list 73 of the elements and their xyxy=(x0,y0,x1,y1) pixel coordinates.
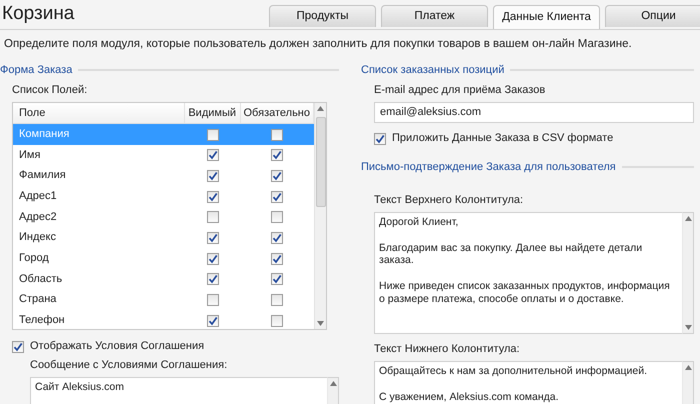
section-heading: Список заказанных позиций xyxy=(361,64,504,77)
table-row[interactable]: Адрес2 xyxy=(13,206,314,228)
field-label: Текст Верхнего Колонтитула: xyxy=(374,194,524,207)
table-cell: Фамилия xyxy=(19,169,66,182)
table-cell: Область xyxy=(19,272,62,286)
table-row[interactable]: Имя xyxy=(13,144,314,166)
tab[interactable]: Платеж xyxy=(381,5,488,27)
checkbox[interactable] xyxy=(271,294,284,306)
field-label: Текст Нижнего Колонтитула: xyxy=(374,342,521,356)
scroll-up-icon[interactable] xyxy=(317,106,324,112)
terms-message-field[interactable]: Сайт Aleksius.com xyxy=(30,376,327,404)
page-title: Корзина xyxy=(1,4,74,26)
checkbox-label: Приложить Данные Заказа в CSV формате xyxy=(392,132,614,146)
table-row[interactable]: Индекс xyxy=(13,228,314,248)
checkbox[interactable] xyxy=(206,252,219,265)
scrollbar[interactable] xyxy=(682,361,694,404)
table-row[interactable]: Фамилия xyxy=(13,166,314,186)
checkbox[interactable] xyxy=(271,170,284,182)
tab[interactable]: Данные Клиента xyxy=(493,5,600,29)
column-header[interactable]: Видимый xyxy=(184,103,240,124)
table-row[interactable]: Область xyxy=(13,268,314,290)
checkbox[interactable] xyxy=(206,170,219,182)
table-cell: Компания xyxy=(19,128,70,142)
table-row[interactable]: Адрес1 xyxy=(13,186,314,207)
footer-text-field[interactable]: Обращайтесь к нам за дополнительной информацией. С уважением, Aleksius.com команда. xyxy=(374,361,682,404)
checkbox[interactable] xyxy=(206,149,219,162)
scroll-up-icon[interactable] xyxy=(684,365,692,370)
scroll-up-icon[interactable] xyxy=(684,216,692,221)
table-cell: Телефон xyxy=(19,314,65,328)
checkbox[interactable] xyxy=(271,211,284,224)
table-cell: Адрес2 xyxy=(19,210,57,224)
checkbox[interactable] xyxy=(271,232,284,244)
field-label: Сообщение с Условиями Соглашения: xyxy=(30,359,228,373)
checkbox[interactable] xyxy=(206,294,219,306)
checkbox[interactable] xyxy=(271,252,284,265)
checkbox[interactable] xyxy=(271,149,284,162)
table-cell: Адрес1 xyxy=(19,190,57,204)
scrollbar[interactable] xyxy=(314,103,326,330)
scroll-down-icon[interactable] xyxy=(317,321,324,326)
column-header[interactable]: Поле xyxy=(13,103,185,124)
checkbox[interactable] xyxy=(206,128,219,141)
checkbox[interactable] xyxy=(206,232,219,244)
table-row[interactable]: Телефон xyxy=(13,310,314,330)
section-heading: Письмо-подтверждение Заказа для пользователя xyxy=(361,160,616,174)
email-field[interactable]: email@aleksius.com xyxy=(374,102,694,124)
checkbox[interactable] xyxy=(271,128,284,141)
table-cell: Имя xyxy=(19,148,40,162)
table-row[interactable]: Страна xyxy=(13,290,314,310)
checkbox[interactable] xyxy=(206,314,219,327)
field-label: E-mail адрес для приёма Заказов xyxy=(374,84,546,98)
tab[interactable]: Продукты xyxy=(269,5,376,27)
scroll-thumb[interactable] xyxy=(316,117,326,208)
description-text: Определите поля модуля, которые пользователь должен заполнить для покупки товаров в вашем он-лайн Магазине. xyxy=(3,37,633,52)
checkbox[interactable] xyxy=(271,273,284,286)
header-text-field[interactable]: Дорогой Клиент, Благодарим вас за покупку. Далее вы найдете детали заказа. Ниже приведен список заказанных продуктов, информация о размере платежа, способе оплаты и о доставке. xyxy=(374,212,682,334)
checkbox[interactable] xyxy=(271,314,284,327)
checkbox[interactable] xyxy=(206,190,219,203)
scrollbar[interactable] xyxy=(682,212,694,334)
field-label: Список Полей: xyxy=(12,84,88,98)
checkbox[interactable] xyxy=(374,132,386,145)
scroll-up-icon[interactable] xyxy=(330,380,336,386)
section-heading: Форма Заказа xyxy=(0,64,72,77)
checkbox[interactable] xyxy=(271,190,284,203)
checkbox-label: Отображать Условия Соглашения xyxy=(30,340,204,354)
checkbox[interactable] xyxy=(206,273,219,286)
table-row[interactable]: Город xyxy=(13,248,314,269)
table-cell: Город xyxy=(19,252,49,266)
tab[interactable]: Опции xyxy=(605,5,700,27)
table-cell: Страна xyxy=(19,293,56,307)
checkbox[interactable] xyxy=(206,211,219,224)
checkbox[interactable] xyxy=(12,340,24,353)
scroll-down-icon[interactable] xyxy=(684,324,692,330)
table-cell: Индекс xyxy=(19,231,56,245)
